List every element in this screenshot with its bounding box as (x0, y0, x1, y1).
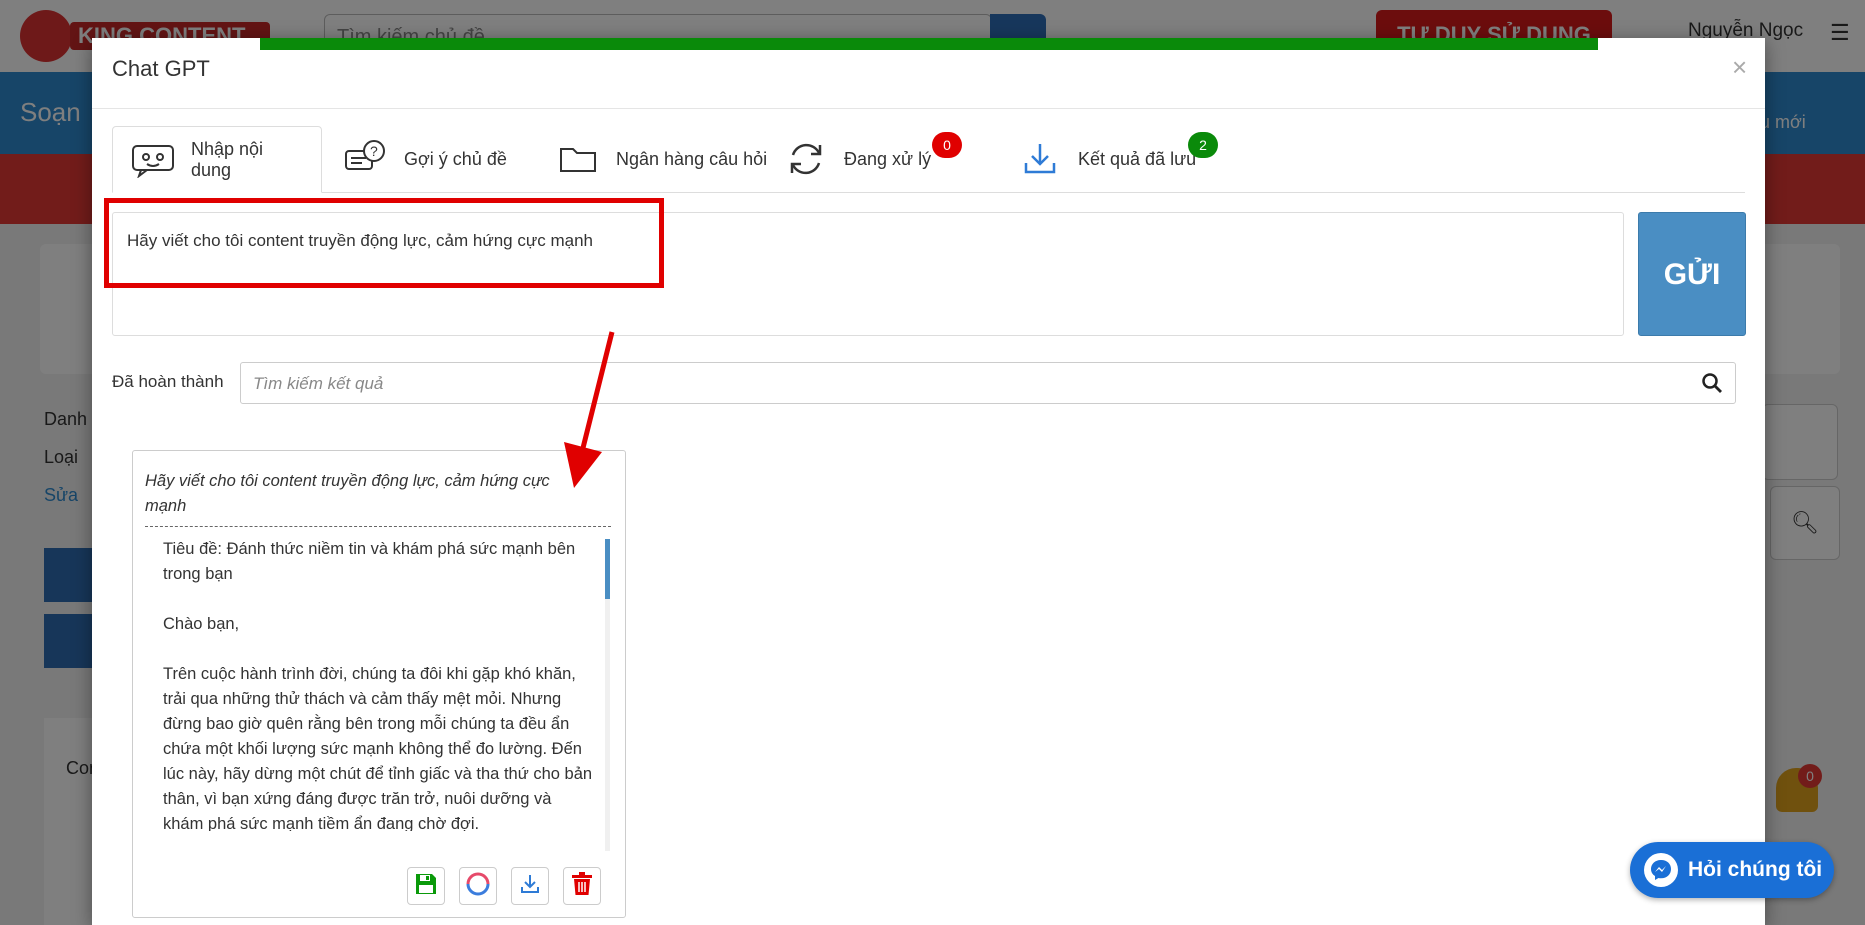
download-button[interactable] (511, 867, 549, 905)
result-paragraph: Chào bạn, (163, 615, 240, 633)
tab-label: Ngân hàng câu hỏi (616, 148, 768, 169)
close-icon[interactable]: × (1732, 52, 1747, 83)
progress-bar (260, 38, 1598, 50)
completed-label: Đã hoàn thành (112, 372, 224, 391)
result-paragraph: Tiêu đề: Đánh thức niềm tin và khám phá … (163, 540, 576, 583)
svg-text:?: ? (370, 143, 378, 159)
delete-button[interactable] (563, 867, 601, 905)
result-search-input[interactable] (241, 363, 1685, 405)
chat-widget-label: Hỏi chúng tôi (1688, 858, 1823, 881)
processing-count-badge: 0 (932, 132, 962, 158)
scrollbar-thumb[interactable] (605, 539, 610, 599)
tab-label: Gợi ý chủ đề (404, 148, 507, 169)
result-search-field (240, 362, 1736, 405)
saved-count-badge: 2 (1188, 132, 1218, 158)
save-button[interactable] (407, 867, 445, 905)
chat-bot-icon (131, 138, 175, 182)
send-button[interactable]: GỬI (1638, 212, 1746, 336)
tab-topic-suggestions[interactable]: ? Gợi ý chủ đề (344, 126, 507, 192)
annotation-arrow (564, 331, 615, 488)
tab-bar: Nhập nội dung ? Gợi ý chủ đề Ngân hàng c… (112, 126, 1745, 193)
save-icon (414, 872, 438, 901)
modal-title: Chat GPT (112, 56, 210, 81)
result-question: Hãy viết cho tôi content truyền động lực… (145, 472, 550, 515)
tab-label: Nhập nội dung (191, 138, 264, 180)
tab-processing[interactable]: Đang xử lý 0 (784, 126, 962, 192)
refresh-icon (784, 137, 828, 181)
scrollbar[interactable] (605, 539, 610, 851)
trash-icon (571, 871, 593, 901)
messenger-icon (1644, 853, 1678, 887)
result-content[interactable]: Tiêu đề: Đánh thức niềm tin và khám phá … (163, 537, 593, 831)
tab-label: Đang xử lý (844, 148, 932, 169)
refresh-icon (465, 871, 491, 902)
tab-saved-results[interactable]: Kết quả đã lưu 2 (1018, 126, 1218, 192)
tab-question-bank[interactable]: Ngân hàng câu hỏi (556, 126, 767, 192)
tab-input-content[interactable]: Nhập nội dung (112, 126, 322, 193)
result-card: Hãy viết cho tôi content truyền động lực… (132, 450, 626, 918)
tab-label: Kết quả đã lưu (1078, 148, 1197, 169)
chat-widget-button[interactable]: Hỏi chúng tôi (1630, 842, 1834, 898)
annotation-highlight-box (104, 198, 664, 288)
download-icon (1018, 137, 1062, 181)
download-icon (519, 873, 541, 900)
question-chat-icon: ? (344, 137, 388, 181)
search-icon[interactable] (1701, 372, 1723, 394)
result-paragraph: Trên cuộc hành trình đời, chúng ta đôi k… (163, 665, 593, 831)
chat-gpt-modal: Chat GPT × Nhập nội dung ? Gợi ý chủ đề … (92, 38, 1765, 925)
regenerate-button[interactable] (459, 867, 497, 905)
folder-icon (556, 137, 600, 181)
divider (145, 526, 611, 527)
